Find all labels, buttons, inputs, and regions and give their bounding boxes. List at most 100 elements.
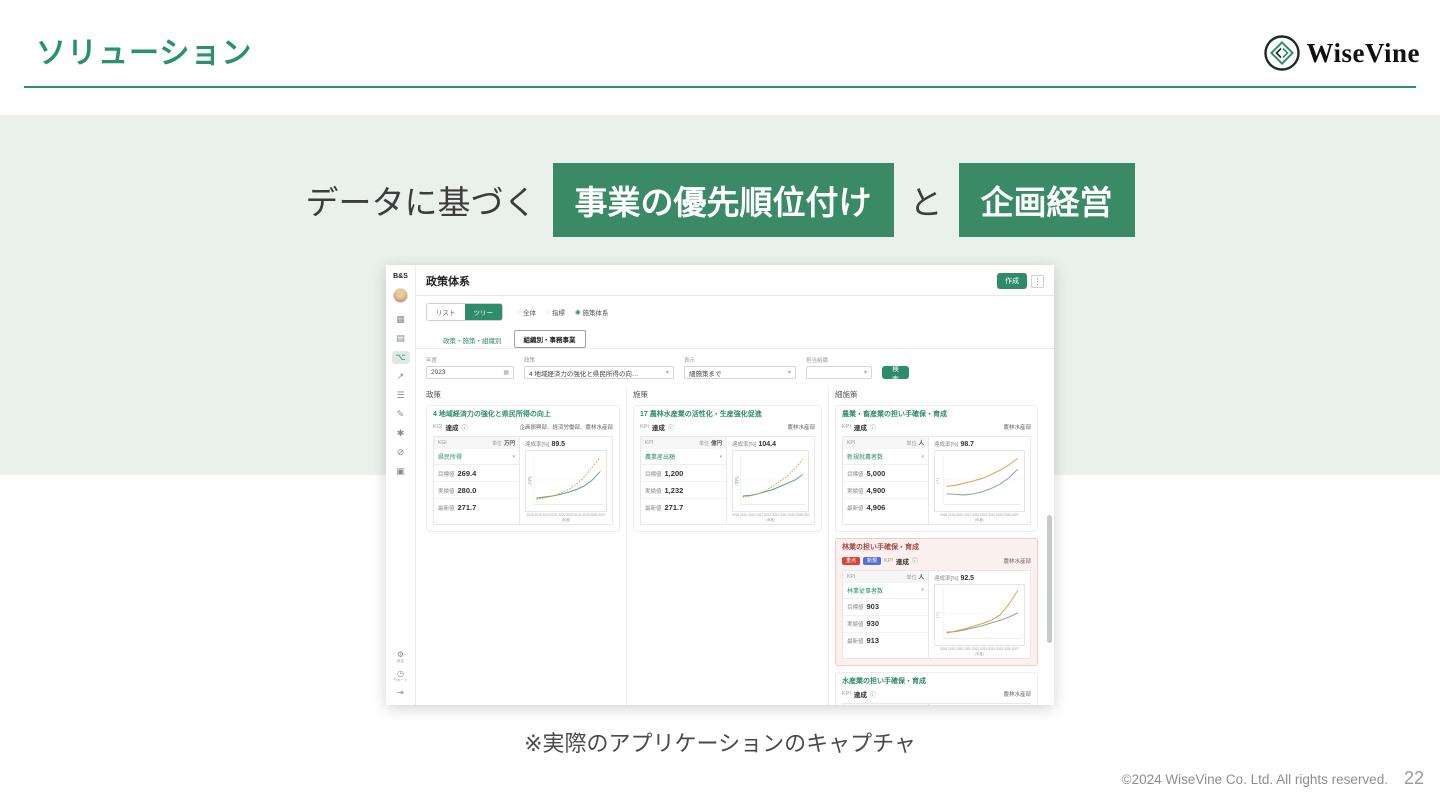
filter-display-select[interactable]: 細施策まで ▾	[684, 366, 796, 379]
x-axis-caption: (年度)	[766, 518, 775, 523]
headline-prefix: データに基づく	[305, 184, 537, 221]
radio-all[interactable]: ○ 全体	[517, 307, 536, 318]
info-icon[interactable]: ⓘ	[870, 690, 876, 699]
indicator-select[interactable]: 農業産出額 ▾	[641, 449, 726, 466]
filter-org-label: 担当組織	[806, 358, 829, 364]
headline-highlight-priority: 事業の優先順位付け	[552, 163, 894, 237]
indicator-select[interactable]: 新規就農者数 ▾	[843, 449, 928, 466]
tab-divider	[416, 348, 1054, 349]
measure-card: 17 農林水産業の活性化・生産強化促進 KPI 達成 ⓘ 農林水産部 KPI 単…	[633, 405, 822, 533]
filter-year-value: 2023	[431, 369, 446, 376]
tab-org-business[interactable]: 組織別・事務事業	[513, 330, 586, 348]
unit-label: 単位	[906, 441, 917, 448]
indicator-select[interactable]: 県民所得 ▾	[434, 449, 519, 466]
calendar-icon[interactable]: ▦	[392, 313, 410, 326]
policy-tree-icon[interactable]: ⌥	[391, 351, 410, 364]
toggle-tree[interactable]: ツリー	[464, 304, 502, 320]
edit-icon[interactable]: ✎	[392, 408, 410, 421]
table-row: 実績値 280.0	[434, 482, 519, 500]
column-measure-header: 施策	[633, 390, 648, 399]
table-row: 最新値 271.7	[438, 502, 477, 512]
chevron-down-icon: ▾	[787, 370, 791, 376]
projects-icon[interactable]: ✱	[392, 427, 410, 440]
avatar[interactable]	[393, 288, 408, 303]
filter-year-input[interactable]: 2023 ▦	[426, 366, 514, 379]
info-icon[interactable]: ⓘ	[870, 423, 876, 432]
grid-icon[interactable]: ▣	[392, 465, 410, 478]
copyright-text: ©2024 WiseVine Co. Ltd. All rights reser…	[1121, 772, 1388, 787]
policy-card-title-link[interactable]: 4 地域経済力の強化と県民所得の向上	[433, 411, 613, 419]
filter-policy-select[interactable]: 4 地域経済力の強化と県民所得の向… ▾	[524, 366, 674, 379]
chevron-down-icon: ▾	[512, 453, 515, 460]
rate-label: 達成率[%]	[732, 442, 757, 449]
app-topbar: 政策体系 作成 ⋮	[426, 273, 1044, 289]
sub-card-title-link[interactable]: 水産業の担い手確保・育成	[842, 678, 1031, 686]
support-item[interactable]: ◷ サポート	[394, 669, 408, 683]
departments: 農林水産部	[787, 425, 815, 432]
search-button[interactable]: 検索	[882, 366, 909, 383]
filter-display-label: 表示	[684, 358, 696, 364]
table-row: 目標値 5,000	[843, 465, 928, 483]
page-title: ソリューション	[36, 37, 253, 70]
info-icon[interactable]: ⓘ	[912, 556, 918, 565]
status-value: 達成	[895, 558, 909, 566]
page-number: 22	[1403, 768, 1424, 788]
view-controls: リスト ツリー ○ 全体 ○ 指標 ◉ 施策体系	[426, 303, 1044, 321]
rate-value: 104.4	[758, 441, 776, 449]
metric-kind: KPI	[842, 424, 851, 431]
kebab-menu-icon[interactable]: ⋮	[1031, 274, 1044, 288]
radio-policy-system[interactable]: ◉ 施策体系	[575, 307, 609, 317]
chevron-down-icon: ▾	[921, 587, 924, 594]
app-scrollbar[interactable]	[1047, 515, 1052, 643]
settings-item[interactable]: ⚙ 設定	[397, 650, 404, 664]
metric-kind: KGI	[433, 424, 443, 431]
presentation-slide: ソリューション WiseVine データに基づく 事業の優先順位付け と 企画経…	[0, 0, 1440, 810]
column-policy: 政策 4 地域経済力の強化と県民所得の向上 KGI 達成 ⓘ 企画振興部、経済労…	[426, 387, 626, 705]
radio-indicator[interactable]: ○ 指標	[546, 307, 565, 318]
line-chart: (億円)	[732, 450, 809, 513]
table-row: 実績値 930	[843, 616, 928, 633]
settings-label: 設定	[396, 659, 404, 663]
sub-measure-card-fishery: 水産業の担い手確保・育成 KPI 達成 ⓘ 農林水産部 KPI 単位人	[835, 671, 1038, 705]
sub-card-title-link[interactable]: 農業・畜産業の担い手確保・育成	[842, 411, 1031, 419]
headline-highlight-planning: 企画経営	[958, 163, 1135, 237]
kpi-panel: KPI 単位人 林業従事者数 ▾ 目標値903 実績値930 最新値913	[842, 569, 1031, 659]
unit-value: 億円	[710, 441, 722, 448]
kpi-panel: KPI 単位人 新規就農者数 ▾ 目標値 5,000 実績値 4,900 最新値 4,…	[842, 436, 1031, 526]
column-sub-measure-header: 細施策	[835, 390, 858, 399]
document-icon[interactable]: ▤	[392, 332, 410, 345]
indicator-select[interactable]: 林業従事者数 ▾	[843, 583, 928, 599]
gear-icon: ⚙	[396, 650, 405, 659]
filter-year-label: 年度	[426, 358, 438, 364]
topbar-divider	[416, 295, 1054, 296]
kpi-chart: 達成率[%]84.9 (人)	[929, 704, 1030, 705]
create-button[interactable]: 作成	[997, 273, 1027, 289]
list-icon[interactable]: ☰	[392, 389, 410, 402]
app-sidebar: B&S ▦ ▤ ⌥ ↗ ☰ ✎ ✱ ⊘ ▣ ⚙ 設定 ◷ サポート ⇥	[386, 265, 416, 705]
chart-icon[interactable]: ↗	[392, 370, 410, 383]
policy-card: 4 地域経済力の強化と県民所得の向上 KGI 達成 ⓘ 企画振興部、経済労働部、…	[426, 405, 620, 533]
priority-badge: 重点	[842, 556, 861, 566]
kpi-table-metric: KPI	[645, 440, 654, 447]
unit-label: 単位	[906, 574, 917, 581]
filter-policy-value: 4 地域経済力の強化と県民所得の向…	[529, 370, 639, 378]
filter-org-select[interactable]: ▾	[806, 366, 872, 379]
kpi-panel: KGI 単位 万円 県民所得 ▾ 目標値 269.4 実績値 280.0 最新値 271…	[433, 436, 613, 526]
sidebar-nav: ▦ ▤ ⌥ ↗ ☰ ✎ ✱ ⊘ ▣	[391, 313, 410, 478]
policy-columns: 政策 4 地域経済力の強化と県民所得の向上 KGI 達成 ⓘ 企画振興部、経済労…	[426, 387, 1044, 705]
kpi-chart: 達成率[%] 89.5 (万円) 2018 2019 2020 2021 202…	[520, 437, 612, 524]
rate-label: 達成率[%]	[525, 442, 550, 449]
table-row: 最新値 913	[847, 636, 880, 646]
scope-radios: ○ 全体 ○ 指標 ◉ 施策体系	[517, 307, 609, 318]
table-row: 最新値 4,906	[847, 502, 886, 512]
tag-icon[interactable]: ⊘	[392, 446, 410, 459]
info-icon[interactable]: ⓘ	[461, 423, 467, 432]
sub-card-title-link[interactable]: 林業の担い手確保・育成	[842, 544, 1031, 552]
rate-label: 達成率[%]	[934, 442, 959, 449]
measure-card-title-link[interactable]: 17 農林水産業の活性化・生産強化促進	[640, 411, 815, 419]
info-icon[interactable]: ⓘ	[668, 423, 674, 432]
wisevine-logo-text: WiseVine	[1306, 37, 1420, 68]
tab-policy-org[interactable]: 政策・施策・組織別	[434, 332, 511, 348]
toggle-list[interactable]: リスト	[427, 304, 465, 320]
logout-item[interactable]: ⇥	[397, 688, 404, 697]
